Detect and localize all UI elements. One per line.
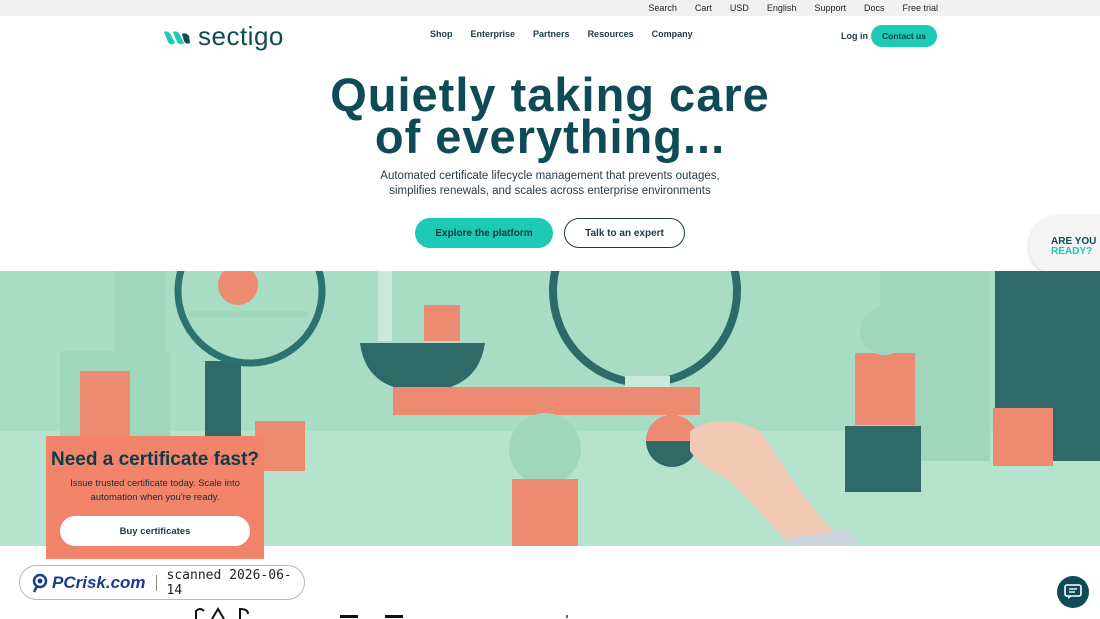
pcrisk-logo: PCrisk.com: [32, 573, 146, 593]
main-nav: sectigo Shop Enterprise Partners Resourc…: [0, 16, 1100, 56]
hero-subtitle-line1: Automated certificate lifecycle manageme…: [380, 170, 720, 182]
promo-text-line2: automation when you're ready.: [90, 492, 220, 503]
brand-logo[interactable]: sectigo: [162, 21, 284, 52]
nav-item-partners[interactable]: Partners: [533, 29, 570, 39]
ready-line2: READY?: [1051, 246, 1093, 257]
chat-icon: [1064, 584, 1082, 599]
partner-logos-partial: [195, 607, 568, 619]
hero-title: Quietly taking care of everything...: [300, 71, 800, 163]
utility-links: Search Cart USD English Support Docs Fre…: [648, 0, 938, 16]
utility-link-support[interactable]: Support: [814, 3, 846, 13]
pcrisk-brand: PCrisk.com: [52, 572, 146, 592]
nav-item-shop[interactable]: Shop: [430, 29, 453, 39]
chat-launcher-button[interactable]: [1057, 576, 1089, 608]
utility-link-currency[interactable]: USD: [730, 3, 749, 13]
nav-item-resources[interactable]: Resources: [588, 29, 634, 39]
contact-button[interactable]: Contact us: [871, 25, 937, 47]
explore-platform-button[interactable]: Explore the platform: [415, 218, 553, 248]
utility-link-cart[interactable]: Cart: [695, 3, 712, 13]
nav-menu: Shop Enterprise Partners Resources Compa…: [430, 29, 693, 39]
talk-expert-button[interactable]: Talk to an expert: [564, 218, 685, 248]
hero-title-line2: of everything...: [374, 110, 726, 163]
promo-card: Need a certificate fast? Issue trusted c…: [46, 436, 264, 559]
utility-link-language[interactable]: English: [767, 3, 797, 13]
utility-bar: Search Cart USD English Support Docs Fre…: [0, 0, 1100, 16]
nav-item-company[interactable]: Company: [652, 29, 693, 39]
hero-subtitle: Automated certificate lifecycle manageme…: [370, 169, 730, 199]
promo-text-line1: Issue trusted certificate today. Scale i…: [70, 478, 240, 489]
sectigo-logo-icon: [164, 30, 190, 44]
scan-date: scanned 2026-06-14: [166, 567, 292, 598]
ready-text: ARE YOU READY?: [1051, 237, 1096, 257]
magnifier-icon: [32, 573, 48, 593]
promo-text: Issue trusted certificate today. Scale i…: [60, 477, 250, 505]
utility-link-docs[interactable]: Docs: [864, 3, 885, 13]
brand-name: sectigo: [198, 21, 284, 51]
promo-title: Need a certificate fast?: [50, 449, 260, 470]
are-you-ready-tab[interactable]: ARE YOU READY?: [1029, 216, 1100, 276]
utility-link-search[interactable]: Search: [648, 3, 677, 13]
utility-link-free-trial[interactable]: Free trial: [902, 3, 938, 13]
nav-item-enterprise[interactable]: Enterprise: [471, 29, 516, 39]
scan-watermark: PCrisk.com scanned 2026-06-14: [19, 565, 305, 600]
watermark-divider: [155, 574, 157, 591]
buy-certificates-button[interactable]: Buy certificates: [60, 516, 250, 546]
hero-subtitle-line2: simplifies renewals, and scales across e…: [389, 185, 711, 197]
login-link[interactable]: Log in: [841, 31, 868, 41]
